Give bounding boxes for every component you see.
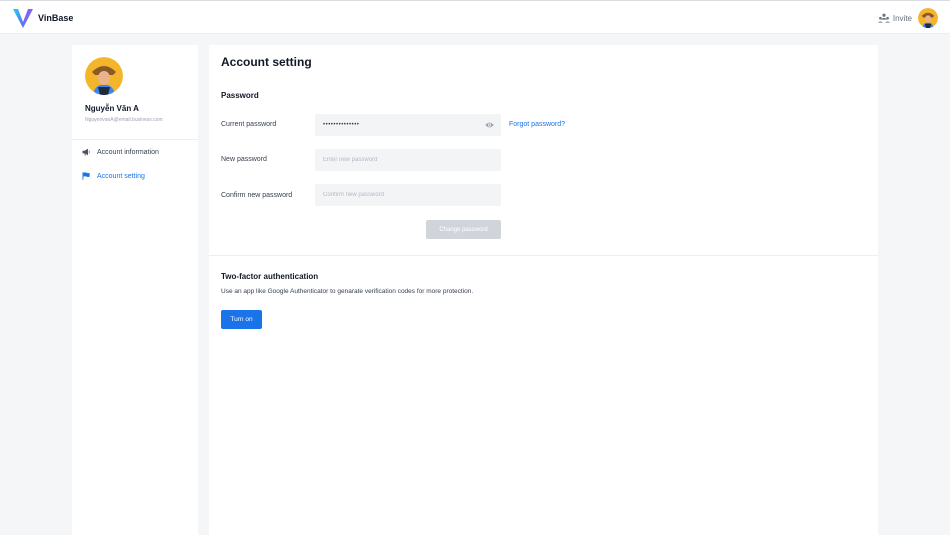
user-avatar[interactable]	[918, 8, 938, 28]
users-icon	[877, 13, 890, 23]
turn-on-button[interactable]: Turn on	[221, 310, 262, 329]
page-title: Account setting	[221, 55, 312, 69]
sidebar-divider	[72, 139, 198, 140]
sidebar-item-label: Account setting	[97, 172, 145, 180]
eye-icon[interactable]	[485, 121, 494, 129]
forgot-password-link[interactable]: Forgot password?	[509, 121, 565, 128]
two-factor-description: Use an app like Google Authenticator to …	[221, 288, 474, 295]
avatar-photo-icon	[85, 57, 123, 95]
profile-email: NguyenvanA@email.business.com	[85, 117, 163, 123]
top-bar: VinBase Invite	[0, 0, 950, 34]
two-factor-title: Two-factor authentication	[221, 272, 319, 281]
sidebar-item-account-information[interactable]: Account information	[82, 146, 159, 158]
new-password-label: New password	[221, 156, 267, 163]
new-password-input[interactable]	[315, 149, 501, 171]
sidebar: Nguyễn Văn A NguyenvanA@email.business.c…	[72, 45, 198, 535]
section-divider	[209, 255, 878, 256]
confirm-password-label: Confirm new password	[221, 192, 293, 199]
flag-icon	[82, 172, 90, 180]
main-panel: Account setting Password Current passwor…	[209, 45, 878, 535]
sidebar-item-account-setting[interactable]: Account setting	[82, 170, 145, 182]
vinbase-logo-icon	[13, 9, 33, 28]
megaphone-icon	[82, 148, 90, 156]
current-password-label: Current password	[221, 121, 277, 128]
confirm-password-input[interactable]	[315, 184, 501, 206]
invite-label: Invite	[892, 13, 912, 23]
current-password-input[interactable]	[315, 114, 501, 136]
invite-button[interactable]: Invite	[877, 13, 912, 23]
brand-logo[interactable]: VinBase	[12, 7, 73, 29]
sidebar-item-label: Account information	[97, 148, 159, 156]
avatar-photo-icon	[918, 8, 938, 28]
change-password-button[interactable]: Change password	[426, 220, 501, 239]
profile-name: Nguyễn Văn A	[85, 104, 139, 113]
password-section-title: Password	[221, 91, 259, 100]
profile-avatar[interactable]	[85, 57, 123, 95]
brand-name: VinBase	[38, 13, 74, 23]
